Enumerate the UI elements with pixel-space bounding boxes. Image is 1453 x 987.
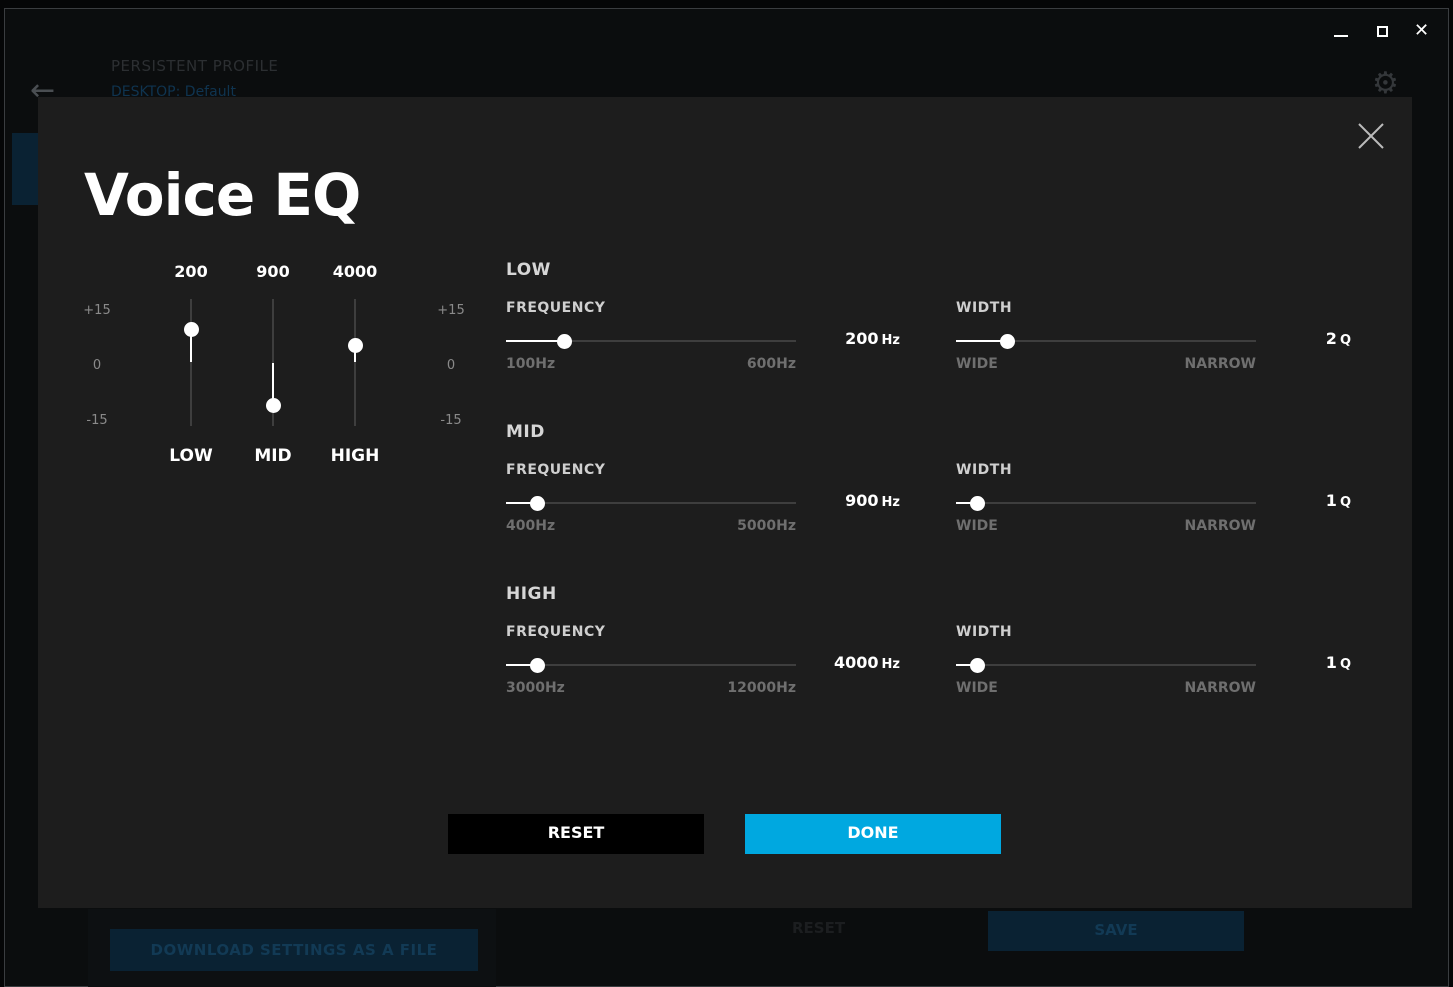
band-gain-knob[interactable]	[265, 398, 281, 414]
width-knob[interactable]	[999, 333, 1015, 349]
width-value: 1Q	[1231, 653, 1351, 672]
reset-button[interactable]: RESET	[448, 814, 704, 854]
scale-top-right: +15	[437, 303, 465, 318]
band-name: LOW	[169, 446, 213, 466]
frequency-unit: Hz	[881, 657, 900, 672]
scale-bottom-left: -15	[86, 413, 108, 428]
frequency-label: FREQUENCY	[506, 300, 606, 316]
band-frequency: 200	[174, 262, 208, 281]
frequency-value: 200 Hz	[780, 329, 900, 348]
width-number: 1	[1325, 491, 1337, 510]
frequency-track[interactable]	[506, 502, 796, 504]
frequency-max: 5000Hz	[737, 518, 796, 534]
frequency-value: 900 Hz	[780, 491, 900, 510]
profile-label: PERSISTENT PROFILE	[111, 57, 279, 75]
close-icon[interactable]	[1356, 121, 1386, 151]
gear-icon[interactable]: ⚙	[1372, 66, 1399, 101]
frequency-unit: Hz	[881, 333, 900, 348]
frequency-label: FREQUENCY	[506, 624, 606, 640]
frequency-number: 200	[845, 329, 879, 348]
section-title: LOW	[506, 260, 551, 280]
width-unit: Q	[1339, 333, 1351, 348]
width-track[interactable]	[956, 664, 1256, 666]
band-frequency: 4000	[332, 262, 378, 281]
frequency-label: FREQUENCY	[506, 462, 606, 478]
band-gain-knob[interactable]	[347, 338, 363, 354]
section-title: HIGH	[506, 584, 557, 604]
width-label: WIDTH	[956, 624, 1013, 640]
window-close-icon[interactable]: ✕	[1414, 20, 1429, 41]
frequency-min: 100Hz	[506, 356, 556, 372]
band-name: HIGH	[330, 446, 380, 466]
frequency-max: 600Hz	[746, 356, 796, 372]
frequency-track[interactable]	[506, 664, 796, 666]
frequency-number: 4000	[834, 653, 879, 672]
width-track[interactable]	[956, 502, 1256, 504]
minimize-icon[interactable]	[1334, 35, 1348, 37]
band-gain-track[interactable]	[190, 299, 192, 426]
width-max: NARROW	[1184, 356, 1256, 372]
band-name: MID	[254, 446, 292, 466]
dialog-title: Voice EQ	[84, 161, 361, 229]
width-min: WIDE	[956, 356, 998, 372]
width-knob[interactable]	[969, 657, 985, 673]
frequency-value: 4000 Hz	[780, 653, 900, 672]
width-min: WIDE	[956, 680, 998, 696]
width-knob[interactable]	[969, 495, 985, 511]
width-number: 2	[1325, 329, 1337, 348]
band-gain-knob[interactable]	[183, 321, 199, 337]
frequency-min: 400Hz	[506, 518, 556, 534]
scale-mid-left: 0	[92, 358, 102, 373]
scale-top-left: +15	[83, 303, 111, 318]
width-value: 1Q	[1231, 491, 1351, 510]
width-min: WIDE	[956, 518, 998, 534]
width-max: NARROW	[1184, 518, 1256, 534]
width-unit: Q	[1339, 657, 1351, 672]
section-title: MID	[506, 422, 545, 442]
scale-mid-right: 0	[446, 358, 456, 373]
width-number: 1	[1325, 653, 1337, 672]
frequency-knob[interactable]	[530, 657, 546, 673]
sidebar-selected-item[interactable]	[12, 133, 38, 205]
width-label: WIDTH	[956, 462, 1013, 478]
band-frequency: 900	[256, 262, 290, 281]
width-value: 2Q	[1231, 329, 1351, 348]
frequency-min: 3000Hz	[506, 680, 565, 696]
band-gain-track[interactable]	[354, 299, 356, 426]
frequency-max: 12000Hz	[727, 680, 796, 696]
frequency-unit: Hz	[881, 495, 900, 510]
frequency-fill	[506, 340, 564, 342]
frequency-knob[interactable]	[556, 333, 572, 349]
voice-eq-dialog: Voice EQ +15 0 -15 +15 0 -15 200 LOW 900 MI…	[38, 97, 1412, 908]
background-reset-button[interactable]: RESET	[792, 919, 845, 937]
frequency-number: 900	[845, 491, 879, 510]
width-max: NARROW	[1184, 680, 1256, 696]
done-button[interactable]: DONE	[745, 814, 1001, 854]
maximize-icon[interactable]	[1377, 26, 1388, 37]
download-settings-button[interactable]: DOWNLOAD SETTINGS AS A FILE	[110, 929, 478, 971]
scale-bottom-right: -15	[440, 413, 462, 428]
width-unit: Q	[1339, 495, 1351, 510]
save-button[interactable]: SAVE	[988, 911, 1244, 951]
frequency-knob[interactable]	[530, 495, 546, 511]
width-label: WIDTH	[956, 300, 1013, 316]
